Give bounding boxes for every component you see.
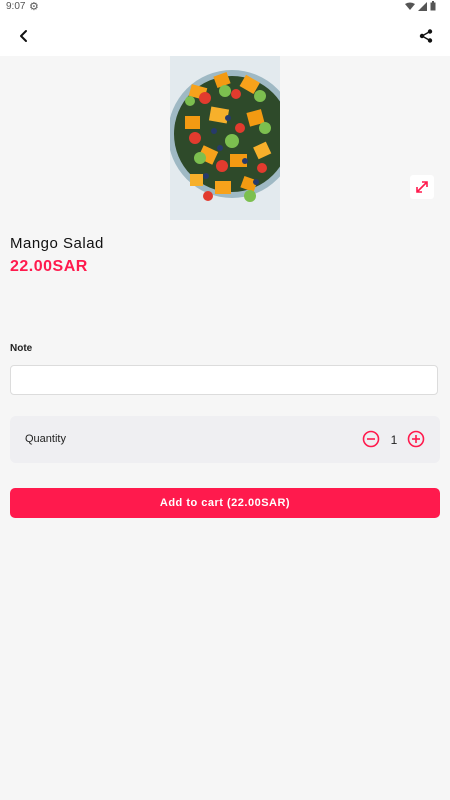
signal-icon [418,1,427,11]
quantity-card: Quantity 1 [10,416,440,463]
share-button[interactable] [412,22,440,50]
add-to-cart-button[interactable]: Add to cart (22.00SAR) [10,488,440,518]
decrease-quantity-button[interactable] [362,430,380,448]
battery-icon [430,1,436,11]
note-input[interactable] [10,365,438,395]
product-image [170,56,280,220]
product-price: 22.00SAR [10,258,88,275]
share-icon [419,29,433,43]
quantity-value: 1 [390,433,398,447]
status-icons [405,1,436,11]
product-name: Mango Salad [10,235,104,252]
note-label: Note [10,343,33,354]
back-button[interactable] [10,22,38,50]
back-arrow-icon [20,30,27,42]
settings-icon: ⚙ [29,1,39,13]
status-time: 9:07 [6,1,26,12]
increase-quantity-button[interactable] [407,430,425,448]
status-bar: 9:07 ⚙ [0,0,450,14]
expand-image-button[interactable] [410,175,434,199]
quantity-label: Quantity [25,433,66,445]
app-bar [0,14,450,56]
wifi-icon [405,2,415,10]
expand-icon [416,181,428,193]
fruit-salad-bowl-photo [170,56,280,220]
